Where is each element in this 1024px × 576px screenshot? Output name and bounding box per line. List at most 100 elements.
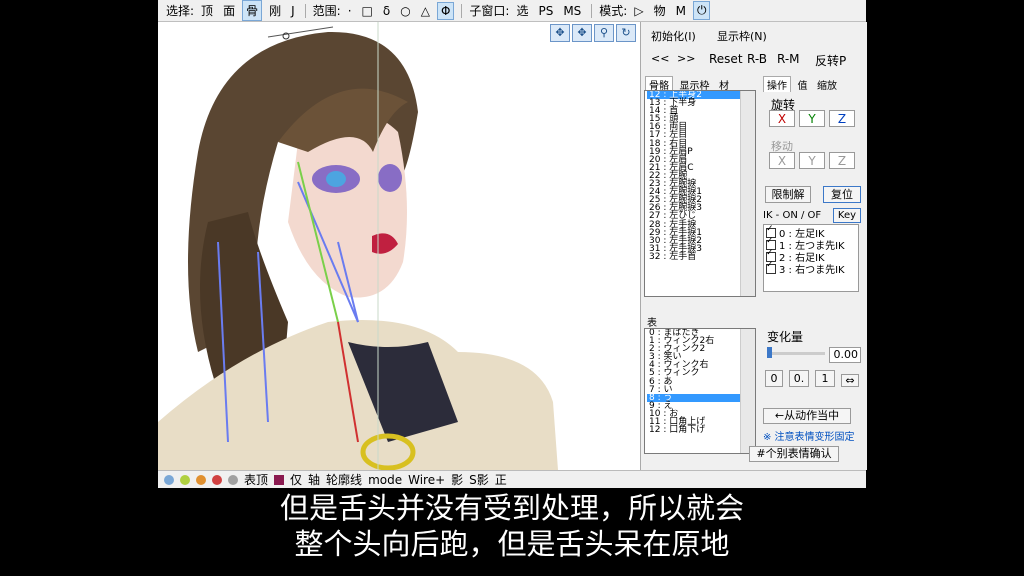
morph-note: ※ 注意表情变形固定 (763, 432, 855, 443)
ik-label: IK - ON / OF (763, 210, 822, 221)
bone-panel: 初始化(I) 显示枠(N) << >> Reset R-B R-M 反转P 骨骼… (640, 22, 867, 470)
value-1-button[interactable]: 1 (815, 370, 835, 387)
range-lasso-button[interactable]: δ (380, 3, 393, 19)
view-toggle-icon[interactable] (196, 474, 206, 485)
limit-button[interactable]: 限制解 (765, 186, 811, 203)
subtitle-line-1: 但是舌头并没有受到处理，所以就会 (279, 491, 744, 525)
shadow-toggle[interactable]: 影 (451, 471, 463, 488)
move-x-button[interactable]: X (769, 152, 795, 169)
range-rect-button[interactable]: □ (359, 3, 376, 19)
range-phi-button[interactable]: Φ (436, 1, 455, 20)
move-view2-icon[interactable]: ✥ (572, 24, 592, 42)
bone-list[interactable]: 12 : 上半身2 13 : 下半身 14 : 首 15 : 頭 16 : 両目 17 :… (644, 90, 756, 297)
subwindow-label: 子窗口: (469, 4, 510, 18)
next-frame-button[interactable]: >> (677, 52, 695, 65)
display-frame-menu[interactable]: 显示枠(N) (717, 28, 767, 44)
checkbox[interactable] (766, 261, 776, 274)
ik-list: 0 : 左足IK 1 : 左つま先IK 2 : 右足IK 3 : 右つま先IK (763, 224, 859, 292)
mode-label: 模式: (599, 4, 628, 18)
top-toolbar: 选择: 顶 面 骨 刚 J 范围: · □ δ ○ △ Φ 子窗口: 选 PS … (158, 0, 866, 22)
subwin-ps-button[interactable]: PS (535, 3, 556, 19)
operation-tabs: 操作 值 缩放 (763, 76, 840, 92)
wire-dropdown[interactable]: Wire+ (408, 473, 445, 487)
bone-list-item[interactable]: 32 : 左手首 (647, 252, 755, 261)
physics-button[interactable]: 物 (651, 1, 669, 20)
init-menu[interactable]: 初始化(I) (651, 28, 696, 44)
change-value-input[interactable]: 0.00 (829, 347, 861, 363)
select-label: 选择: (166, 4, 195, 18)
change-amount-label: 变化量 (767, 330, 804, 344)
bone-list-items: 12 : 上半身2 13 : 下半身 14 : 首 15 : 頭 16 : 両目 17 :… (645, 91, 755, 261)
slider-thumb[interactable] (767, 347, 772, 358)
front-toggle[interactable]: 正 (495, 471, 507, 488)
material-icon (274, 474, 285, 485)
ik-item[interactable]: 1 : 左つま先IK (766, 237, 856, 252)
only-toggle[interactable]: 仅 (290, 471, 302, 488)
morph-list[interactable]: 0 : まばたき 1 : ウィンク2右 2 : ウィンク2 3 : 笑い 4 : ウィン… (644, 328, 756, 454)
subwin-select-button[interactable]: 选 (513, 1, 531, 20)
record-icon[interactable]: ⏻ (692, 1, 711, 20)
morph-list-items: 0 : まばたき 1 : ウィンク2右 2 : ウィンク2 3 : 笑い 4 : ウィン… (645, 329, 755, 435)
rotate-y-button[interactable]: Y (799, 110, 825, 127)
mode-vertex-button[interactable]: 顶 (198, 1, 216, 20)
range-label: 范围: (312, 4, 341, 18)
from-motion-button[interactable]: ←从动作当中 (763, 408, 851, 424)
play-button[interactable]: ▷ (631, 3, 646, 19)
rotate-x-button[interactable]: X (769, 110, 795, 127)
reset-position-button[interactable]: 复位 (823, 186, 861, 203)
bone-list-scrollbar[interactable] (740, 91, 755, 296)
range-circle-button[interactable]: ○ (397, 3, 413, 19)
tab-value[interactable]: 值 (795, 77, 811, 92)
swap-icon[interactable]: ⇔ (841, 374, 859, 387)
value-0-button[interactable]: 0 (765, 370, 783, 387)
key-button[interactable]: Key (833, 208, 861, 223)
subtitle-line-2: 整个头向后跑，但是舌头呆在原地 (294, 527, 730, 561)
view-toggle-icon[interactable] (180, 474, 190, 485)
outline-toggle[interactable]: 轮廓线 (326, 471, 362, 488)
flip-button[interactable]: 反转P (815, 52, 846, 69)
morph-label: 表 (647, 318, 657, 329)
ik-item[interactable]: 2 : 右足IK (766, 249, 856, 264)
morph-list-scrollbar[interactable] (740, 329, 755, 453)
rotate-z-button[interactable]: Z (829, 110, 855, 127)
prev-frame-button[interactable]: << (651, 52, 669, 65)
zoom-view-icon[interactable]: ⚲ (594, 24, 614, 42)
mode-face-button[interactable]: 面 (220, 1, 238, 20)
vertex-toggle[interactable]: 表顶 (244, 471, 268, 488)
tab-scale[interactable]: 缩放 (814, 77, 840, 92)
axis-toggle[interactable]: 轴 (308, 471, 320, 488)
move-y-button[interactable]: Y (799, 152, 825, 169)
move-z-button[interactable]: Z (829, 152, 855, 169)
self-shadow-toggle[interactable]: S影 (469, 471, 489, 488)
mode-joint-button[interactable]: J (288, 3, 298, 19)
ik-item[interactable]: 0 : 左足IK (766, 225, 856, 240)
confirm-morph-button[interactable]: #个别表情确认 (749, 446, 839, 462)
mode-bone-button[interactable]: 骨 (242, 0, 263, 21)
range-triangle-button[interactable]: △ (418, 3, 433, 19)
ik-item[interactable]: 3 : 右つま先IK (766, 261, 856, 276)
view-toggle-icon[interactable] (228, 474, 238, 485)
bottom-toolbar: 表顶 仅 轴 轮廓线 mode Wire+ 影 S影 正 (158, 470, 866, 488)
mode-dropdown[interactable]: mode (368, 473, 402, 487)
move-view-icon[interactable]: ✥ (550, 24, 570, 42)
value-half-button[interactable]: 0. (789, 370, 809, 387)
mode-rigid-button[interactable]: 刚 (266, 1, 284, 20)
view-toggle-icon[interactable] (212, 474, 222, 485)
change-slider[interactable] (767, 347, 825, 358)
rm-button[interactable]: R-M (777, 52, 800, 66)
divider (304, 3, 306, 18)
character-render (158, 22, 558, 470)
rotate-view-icon[interactable]: ↻ (616, 24, 636, 42)
range-point-button[interactable]: · (345, 3, 355, 19)
tab-operation[interactable]: 操作 (763, 76, 791, 92)
divider (591, 3, 593, 18)
viewport-tools: ✥ ✥ ⚲ ↻ (550, 24, 636, 42)
subtitle: 但是舌头并没有受到处理，所以就会 整个头向后跑，但是舌头呆在原地 (0, 490, 1024, 562)
m-button[interactable]: M (673, 3, 689, 19)
reset-button[interactable]: Reset (709, 52, 743, 66)
morph-list-item[interactable]: 12 : 口角下げ (647, 426, 755, 435)
view-toggle-icon[interactable] (164, 474, 174, 485)
subwin-ms-button[interactable]: MS (560, 3, 584, 19)
3d-viewport[interactable]: ✥ ✥ ⚲ ↻ (158, 22, 640, 470)
rb-button[interactable]: R-B (747, 52, 767, 66)
